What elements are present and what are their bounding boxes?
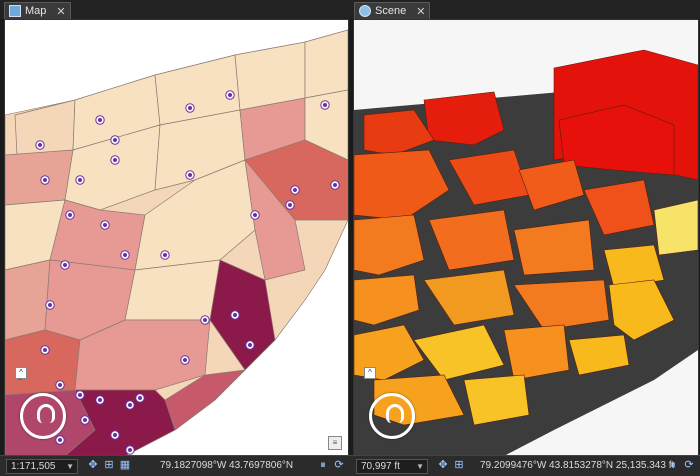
neighbourhood[interactable] [5, 259, 51, 341]
scene-view[interactable]: ^ [353, 19, 699, 457]
tab-scene[interactable]: Scene ✕ [354, 2, 431, 19]
scene-tabbar: Scene ✕ [350, 0, 700, 19]
navigator-control[interactable] [369, 393, 415, 439]
school-marker-dot [78, 178, 82, 182]
map-canvas[interactable] [5, 20, 348, 456]
tab-scene-label: Scene [375, 5, 407, 17]
school-marker-dot [98, 398, 102, 402]
map-coordinates: 79.1827098°W 43.7697806°N [160, 460, 294, 471]
school-marker-dot [58, 438, 62, 442]
school-marker-dot [188, 106, 192, 110]
map-view[interactable]: ^ ≡ [4, 19, 349, 457]
school-marker-dot [83, 418, 87, 422]
refresh-icon[interactable]: ⟳ [682, 459, 696, 472]
pause-icon[interactable]: ⏸ [666, 459, 680, 472]
layers-icon[interactable]: ≡ [328, 436, 342, 450]
grid-icon[interactable]: ⊞ [102, 459, 116, 472]
extruded-building[interactable] [503, 324, 570, 381]
scene-canvas[interactable] [354, 20, 698, 456]
school-marker-dot [63, 263, 67, 267]
scene-pane: Scene ✕ ^ 70,997 ft ▼ ✥ ⊞ 79.2099476°W 4… [350, 0, 700, 476]
map-icon [9, 5, 21, 17]
navigator-control[interactable] [20, 393, 66, 439]
school-marker-dot [228, 93, 232, 97]
school-marker-dot [113, 433, 117, 437]
school-marker-dot [253, 213, 257, 217]
school-marker-dot [233, 313, 237, 317]
school-marker-dot [203, 318, 207, 322]
tab-map-label: Map [25, 5, 47, 17]
school-marker-dot [113, 138, 117, 142]
school-marker-dot [128, 448, 132, 452]
snapping-icon[interactable]: ✥ [86, 459, 100, 472]
extruded-building[interactable] [513, 219, 595, 276]
snapping-icon[interactable]: ✥ [436, 459, 450, 472]
school-marker-dot [103, 223, 107, 227]
scale-value: 70,997 ft [361, 461, 400, 472]
scale-dropdown[interactable]: 70,997 ft ▼ [356, 459, 428, 474]
grid-icon[interactable]: ⊞ [452, 459, 466, 472]
neighbourhood[interactable] [5, 329, 81, 396]
school-marker-dot [123, 253, 127, 257]
school-marker-dot [248, 343, 252, 347]
map-pane: Map ✕ ^ ≡ 1:171,505 ▼ ✥ ⊞ ▦ 79.1827098°W… [0, 0, 350, 476]
school-marker-dot [78, 393, 82, 397]
tab-map[interactable]: Map ✕ [4, 2, 71, 19]
school-marker-dot [333, 183, 337, 187]
extruded-building[interactable] [653, 199, 698, 256]
scale-value: 1:171,505 [11, 461, 56, 472]
school-marker-dot [68, 213, 72, 217]
school-marker-dot [128, 403, 132, 407]
scale-dropdown[interactable]: 1:171,505 ▼ [6, 459, 78, 474]
map-statusbar: 1:171,505 ▼ ✥ ⊞ ▦ 79.1827098°W 43.769780… [0, 455, 350, 476]
refresh-icon[interactable]: ⟳ [332, 459, 346, 472]
chevron-down-icon: ▼ [416, 462, 424, 471]
school-marker-dot [38, 143, 42, 147]
school-marker-dot [58, 383, 62, 387]
school-marker-dot [288, 203, 292, 207]
school-marker-dot [188, 173, 192, 177]
school-marker-dot [183, 358, 187, 362]
school-marker-dot [43, 178, 47, 182]
school-marker-dot [48, 303, 52, 307]
school-marker-dot [138, 396, 142, 400]
school-marker-dot [323, 103, 327, 107]
chevron-down-icon: ▼ [66, 462, 74, 471]
scene-statusbar: 70,997 ft ▼ ✥ ⊞ 79.2099476°W 43.8153278°… [350, 455, 700, 476]
school-marker-dot [98, 118, 102, 122]
close-icon[interactable]: ✕ [56, 5, 65, 18]
close-icon[interactable]: ✕ [416, 5, 425, 18]
school-marker-dot [113, 158, 117, 162]
school-marker-dot [43, 348, 47, 352]
globe-icon [359, 5, 371, 17]
map-tabbar: Map ✕ [0, 0, 350, 19]
neighbourhood[interactable] [5, 149, 74, 206]
table-icon[interactable]: ▦ [118, 459, 132, 472]
neighbourhood[interactable] [304, 29, 348, 99]
pause-icon[interactable]: ⏸ [316, 459, 330, 472]
school-marker-dot [163, 253, 167, 257]
school-marker-dot [293, 188, 297, 192]
zoom-up-control[interactable]: ^ [364, 367, 376, 379]
scene-coordinates: 79.2099476°W 43.8153278°N 25,135.343 ft [480, 460, 675, 471]
zoom-up-control[interactable]: ^ [15, 367, 27, 379]
